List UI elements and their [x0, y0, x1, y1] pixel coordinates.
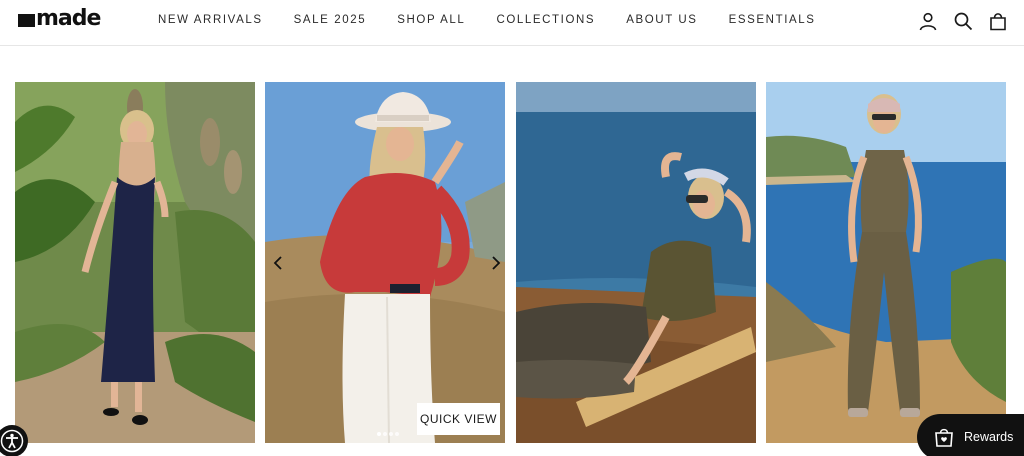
product-image[interactable] — [15, 82, 255, 443]
logo-mark — [18, 14, 35, 27]
nav-shop-all[interactable]: SHOP ALL — [397, 14, 465, 26]
chevron-right-icon — [492, 256, 501, 270]
chevron-left-icon — [273, 256, 282, 270]
quick-view-button[interactable]: QUICK VIEW — [417, 403, 500, 435]
product-card[interactable] — [516, 82, 756, 443]
product-card[interactable] — [766, 82, 1006, 443]
accessibility-button[interactable] — [0, 425, 28, 456]
carousel-next-button[interactable] — [487, 252, 505, 274]
product-image[interactable] — [516, 82, 756, 443]
rewards-launcher[interactable]: Rewards — [917, 414, 1024, 456]
product-image[interactable] — [766, 82, 1006, 443]
carousel-prev-button[interactable] — [269, 252, 287, 274]
accessibility-icon — [0, 429, 24, 453]
cart-bag-icon[interactable] — [988, 11, 1008, 31]
nav-collections[interactable]: COLLECTIONS — [496, 14, 595, 26]
brand-logo[interactable]: made — [18, 6, 101, 31]
site-header: made NEW ARRIVALS SALE 2025 SHOP ALL COL… — [0, 0, 1024, 46]
image-pagination — [377, 432, 401, 436]
header-actions — [903, 11, 1008, 31]
product-image[interactable] — [265, 82, 505, 443]
pagination-dot[interactable] — [383, 432, 387, 436]
account-icon[interactable] — [918, 11, 938, 31]
nav-sale-2025[interactable]: SALE 2025 — [294, 14, 367, 26]
product-card[interactable] — [15, 82, 255, 443]
search-icon[interactable] — [953, 11, 973, 31]
nav-essentials[interactable]: ESSENTIALS — [729, 14, 816, 26]
pagination-dot[interactable] — [395, 432, 399, 436]
main-nav: NEW ARRIVALS SALE 2025 SHOP ALL COLLECTI… — [158, 14, 847, 26]
nav-about-us[interactable]: ABOUT US — [626, 14, 697, 26]
pagination-dot[interactable] — [389, 432, 393, 436]
nav-new-arrivals[interactable]: NEW ARRIVALS — [158, 14, 263, 26]
rewards-label: Rewards — [964, 430, 1014, 444]
pagination-dot[interactable] — [377, 432, 381, 436]
logo-text: made — [36, 6, 101, 31]
gift-bag-icon — [935, 428, 953, 447]
product-card[interactable]: QUICK VIEW — [265, 82, 505, 443]
